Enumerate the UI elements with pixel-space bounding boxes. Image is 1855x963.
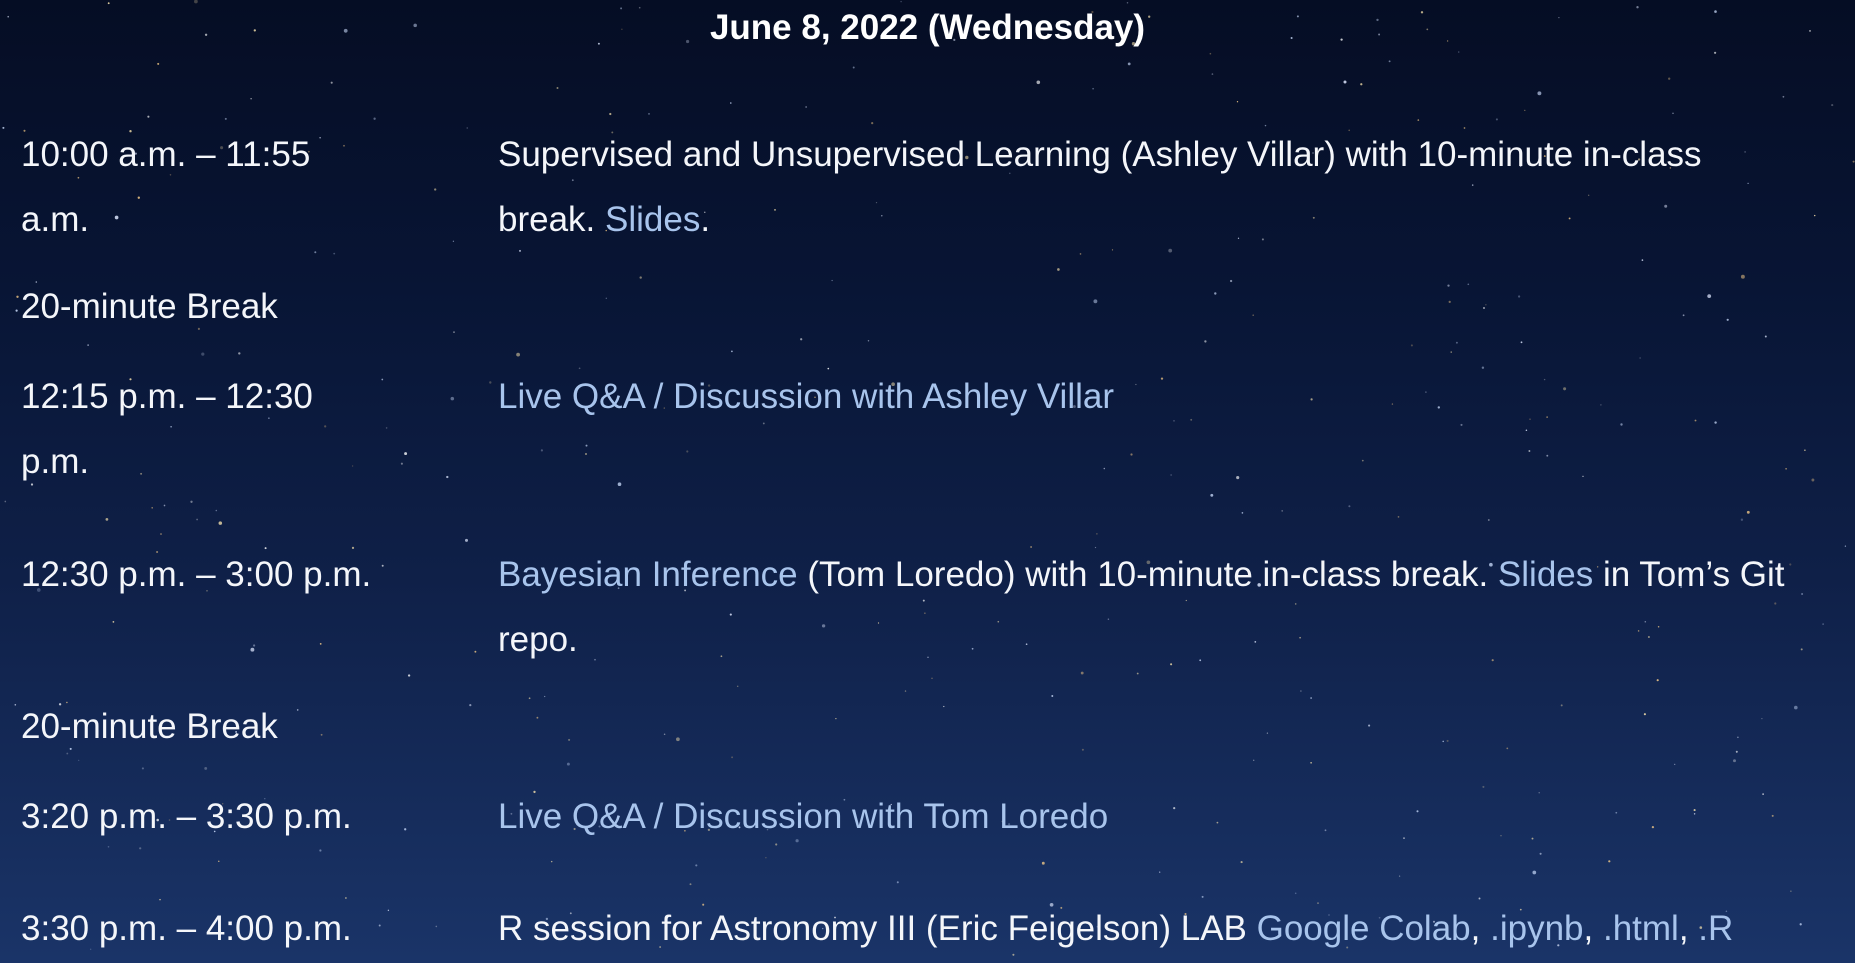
- session-text: repo.: [498, 620, 578, 659]
- session-text: in Tom’s Git: [1593, 555, 1785, 594]
- time-slot: 12:30 p.m. – 3:00 p.m.: [21, 555, 372, 594]
- session-description: Live Q&A / Discussion with Tom Loredo: [498, 784, 1828, 849]
- time-line-2: a.m.: [21, 200, 90, 239]
- slides-link[interactable]: Slides: [605, 200, 700, 239]
- time-line-2: p.m.: [21, 442, 90, 481]
- separator: ,: [1583, 909, 1603, 948]
- time-line-1: 12:15 p.m. – 12:30: [21, 377, 313, 416]
- time-slot: 3:30 p.m. – 4:00 p.m.: [21, 909, 352, 948]
- schedule-page: June 8, 2022 (Wednesday) 10:00 a.m. – 11…: [0, 0, 1855, 963]
- separator: ,: [1470, 909, 1491, 948]
- google-colab-link[interactable]: Google Colab: [1257, 909, 1471, 948]
- slides-link[interactable]: Slides: [1498, 555, 1593, 594]
- time-slot: 3:20 p.m. – 3:30 p.m.: [21, 797, 352, 836]
- session-text: R session for Astronomy III (Eric Feigel…: [498, 909, 1257, 948]
- break-label: 20-minute Break: [21, 707, 278, 746]
- html-link[interactable]: .html: [1603, 909, 1679, 948]
- session-title: Supervised and Unsupervised Learning (As…: [498, 135, 1702, 174]
- bayesian-inference-link[interactable]: Bayesian Inference: [498, 555, 798, 594]
- time-slot: 10:00 a.m. – 11:55 a.m.: [21, 122, 441, 252]
- session-description: R session for Astronomy III (Eric Feigel…: [498, 896, 1828, 961]
- session-description: Live Q&A / Discussion with Ashley Villar: [498, 364, 1828, 429]
- session-description: Supervised and Unsupervised Learning (As…: [498, 122, 1828, 252]
- session-text: break.: [498, 200, 605, 239]
- period-text: .: [700, 200, 711, 239]
- time-slot: 12:15 p.m. – 12:30 p.m.: [21, 364, 441, 494]
- time-line-1: 10:00 a.m. – 11:55: [21, 135, 311, 174]
- session-description: Bayesian Inference (Tom Loredo) with 10-…: [498, 542, 1828, 672]
- r-script-link[interactable]: .R: [1698, 909, 1733, 948]
- ipynb-link[interactable]: .ipynb: [1490, 909, 1583, 948]
- session-text: (Tom Loredo) with 10-minute in-class bre…: [797, 555, 1498, 594]
- break-label: 20-minute Break: [21, 287, 278, 326]
- separator: ,: [1678, 909, 1699, 948]
- live-qa-villar-link[interactable]: Live Q&A / Discussion with Ashley Villar: [498, 377, 1114, 416]
- live-qa-loredo-link[interactable]: Live Q&A / Discussion with Tom Loredo: [498, 797, 1108, 836]
- date-heading: June 8, 2022 (Wednesday): [709, 8, 1146, 47]
